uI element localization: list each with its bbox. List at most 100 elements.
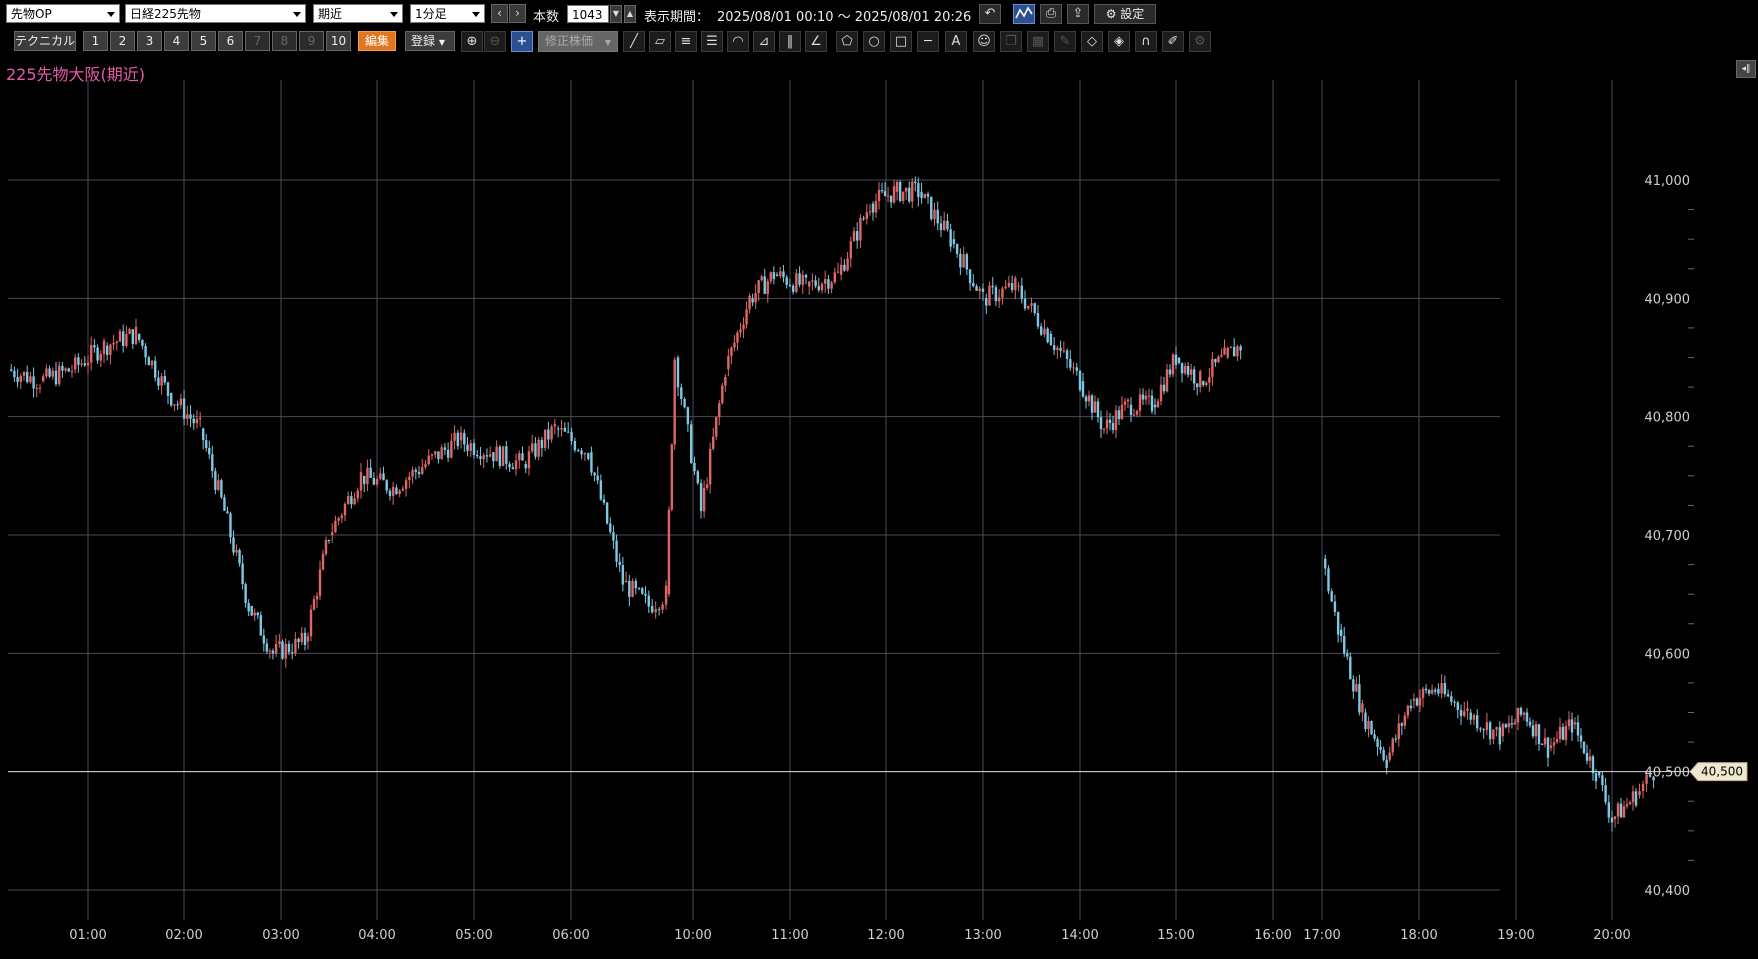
candle-body bbox=[1367, 721, 1370, 730]
candle-body bbox=[1105, 419, 1109, 429]
candle-body bbox=[994, 287, 998, 302]
candle-body bbox=[1485, 722, 1489, 731]
candle-body bbox=[331, 532, 334, 535]
candle-body bbox=[1492, 729, 1495, 740]
candle-body bbox=[80, 363, 83, 365]
candle-body bbox=[22, 371, 26, 376]
candle-body bbox=[83, 363, 86, 366]
candle-body bbox=[241, 563, 244, 585]
x-tick-label: 12:00 bbox=[867, 928, 904, 943]
candle-body bbox=[654, 609, 657, 613]
candle-body bbox=[978, 288, 981, 291]
candle-body bbox=[901, 191, 905, 201]
candle-body bbox=[1078, 370, 1082, 391]
candle-body bbox=[985, 298, 988, 306]
candle-body bbox=[943, 220, 946, 231]
candle-body bbox=[570, 431, 573, 441]
candle-body bbox=[733, 342, 736, 348]
candle-body bbox=[664, 585, 668, 605]
candle-body bbox=[852, 231, 856, 242]
candle-body bbox=[1555, 738, 1559, 743]
candle-body bbox=[680, 387, 683, 400]
candle-body bbox=[1427, 690, 1431, 694]
candle-body bbox=[109, 344, 112, 355]
candle-body bbox=[952, 239, 956, 245]
candle-body bbox=[482, 455, 485, 460]
candle-body bbox=[862, 218, 865, 220]
candle-body bbox=[997, 297, 1001, 302]
candle-body bbox=[917, 183, 920, 198]
candle-body bbox=[651, 606, 654, 613]
candle-body bbox=[1634, 791, 1638, 806]
candle-body bbox=[1528, 721, 1532, 726]
candle-body bbox=[77, 357, 80, 365]
y-tick-label: 40,500 bbox=[1645, 766, 1691, 781]
candle-body bbox=[699, 483, 703, 512]
candle-body bbox=[693, 462, 696, 472]
candle-body bbox=[459, 432, 463, 441]
candle-body bbox=[440, 447, 443, 460]
candle-body bbox=[1421, 688, 1425, 698]
candle-body bbox=[1108, 419, 1112, 424]
candle-body bbox=[775, 274, 779, 277]
price-chart[interactable]: 41,000 40,900 40,800 40,700 40,600 40,500 40,4… bbox=[0, 0, 1758, 959]
candle-body bbox=[1463, 711, 1466, 716]
candle-body bbox=[1199, 371, 1202, 388]
candle-body bbox=[1156, 401, 1160, 408]
candle-body bbox=[505, 446, 508, 464]
candle-body bbox=[160, 376, 163, 386]
candle-body bbox=[946, 220, 949, 230]
candle-body bbox=[1090, 395, 1094, 413]
candle-body bbox=[1153, 404, 1157, 408]
candle-body bbox=[587, 453, 590, 460]
candle-body bbox=[1339, 629, 1343, 637]
candle-body bbox=[965, 254, 969, 270]
candle-body bbox=[718, 403, 721, 418]
candle-body bbox=[673, 359, 676, 445]
candle-body bbox=[514, 460, 518, 470]
candle-body bbox=[1186, 365, 1190, 375]
candle-body bbox=[531, 443, 534, 452]
candle-body bbox=[411, 469, 414, 477]
candle-body bbox=[1479, 728, 1482, 730]
candle-body bbox=[814, 280, 817, 287]
x-tick-label: 05:00 bbox=[455, 928, 492, 943]
candle-body bbox=[1352, 679, 1355, 692]
candle-body bbox=[1001, 288, 1004, 298]
candle-body bbox=[179, 398, 183, 405]
candle-body bbox=[1007, 283, 1011, 287]
x-tick-label: 01:00 bbox=[69, 928, 106, 943]
candle-body bbox=[615, 540, 618, 562]
candle-body bbox=[1177, 357, 1181, 363]
candle-body bbox=[1619, 803, 1623, 818]
candle-body bbox=[1406, 705, 1410, 716]
candle-body bbox=[401, 488, 405, 491]
candle-body bbox=[949, 229, 952, 247]
candle-body bbox=[1519, 707, 1523, 715]
candle-body bbox=[134, 326, 138, 344]
candle-body bbox=[51, 370, 54, 377]
candle-body bbox=[1144, 395, 1148, 400]
candle-body bbox=[1327, 568, 1330, 592]
collapse-panel-button[interactable]: ◂‖ bbox=[1736, 60, 1756, 78]
candle-body bbox=[1543, 737, 1547, 745]
candle-body bbox=[748, 295, 751, 310]
candle-body bbox=[343, 503, 347, 516]
candle-body bbox=[583, 453, 587, 455]
candle-body bbox=[1043, 328, 1046, 335]
x-tick-label: 19:00 bbox=[1497, 928, 1534, 943]
candle-body bbox=[166, 382, 170, 396]
candle-body bbox=[757, 280, 760, 294]
candle-body bbox=[1236, 346, 1239, 357]
candle-body bbox=[1598, 771, 1601, 776]
candle-body bbox=[1147, 395, 1151, 397]
candle-body bbox=[972, 283, 975, 287]
candle-body bbox=[287, 643, 291, 653]
candle-body bbox=[1135, 410, 1139, 415]
x-tick-label: 16:00 bbox=[1254, 928, 1291, 943]
candle-body bbox=[577, 450, 580, 452]
candle-body bbox=[1522, 712, 1526, 715]
candle-body bbox=[686, 407, 690, 425]
candle-body bbox=[1233, 346, 1236, 357]
x-tick-label: 14:00 bbox=[1061, 928, 1098, 943]
